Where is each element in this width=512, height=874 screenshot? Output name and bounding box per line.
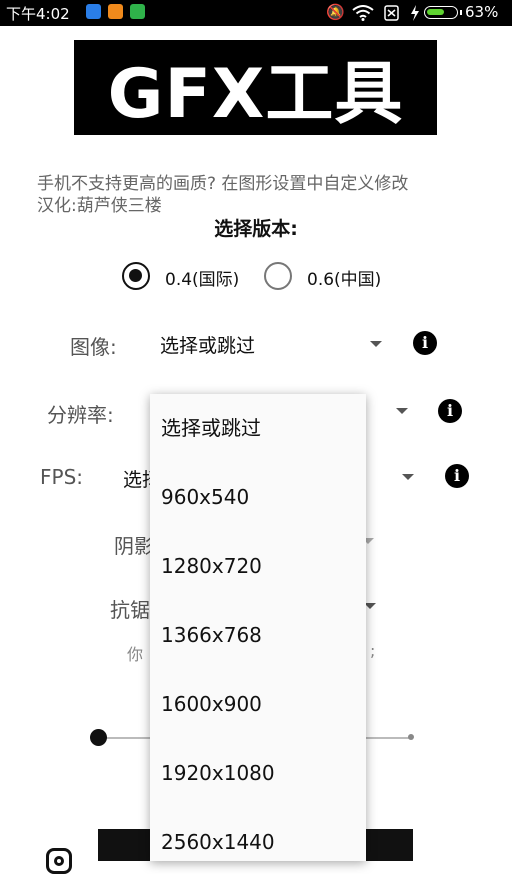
resolution-info-icon[interactable]: i (438, 399, 462, 423)
battery-fill (427, 9, 444, 15)
instagram-icon[interactable] (46, 848, 72, 874)
dropdown-option-1600x900[interactable]: 1600x900 (150, 670, 366, 739)
dropdown-option-1280x720[interactable]: 1280x720 (150, 532, 366, 601)
sim-off-icon (384, 5, 399, 21)
shield-app-icon (86, 4, 101, 19)
wifi-icon (352, 5, 374, 21)
graphics-select[interactable]: 选择或跳过 (160, 331, 255, 358)
dropdown-option-1366x768[interactable]: 1366x768 (150, 601, 366, 670)
dropdown-option-960x540[interactable]: 960x540 (150, 463, 366, 532)
status-time: 下午4:02 (6, 5, 70, 23)
app-title-banner: GFX工具 (74, 40, 437, 135)
app-title: GFX工具 (107, 55, 404, 134)
note-left: 你 (127, 645, 144, 664)
resolution-label: 分辨率: (47, 403, 114, 427)
resolution-dropdown-caret[interactable] (396, 408, 408, 414)
radio-china[interactable] (264, 262, 292, 290)
note-right: ; (370, 641, 376, 660)
status-bar: 下午4:02 🔕 63% (0, 0, 512, 26)
green-app-icon (130, 4, 145, 19)
fps-label: FPS: (40, 465, 83, 489)
battery-icon (424, 6, 462, 19)
fps-info-icon[interactable]: i (445, 464, 469, 488)
translator-credit: 汉化:葫芦侠三楼 (37, 196, 162, 216)
dropdown-option-2560x1440[interactable]: 2560x1440 (150, 808, 366, 861)
orange-app-icon (108, 4, 123, 19)
radio-china-label[interactable]: 0.6(中国) (307, 265, 381, 290)
graphics-label: 图像: (70, 335, 117, 359)
bell-muted-icon: 🔕 (326, 3, 345, 21)
antialias-label: 抗锯 (110, 598, 150, 622)
graphics-info-icon[interactable]: i (413, 331, 437, 355)
version-title: 选择版本: (214, 218, 298, 240)
fps-dropdown-caret[interactable] (402, 474, 414, 480)
dropdown-option-1920x1080[interactable]: 1920x1080 (150, 739, 366, 808)
radio-international-label[interactable]: 0.4(国际) (165, 265, 239, 290)
graphics-dropdown-caret[interactable] (370, 341, 382, 347)
slider-end-dot (408, 734, 414, 740)
shadow-label: 阴影 (114, 534, 154, 558)
resolution-dropdown-menu: 选择或跳过 960x540 1280x720 1366x768 1600x900… (150, 394, 366, 861)
slider-thumb[interactable] (90, 729, 107, 746)
battery-percent: 63% (465, 3, 499, 21)
dropdown-option-skip[interactable]: 选择或跳过 (150, 394, 366, 463)
charging-icon (411, 5, 419, 21)
radio-international[interactable] (122, 262, 150, 290)
